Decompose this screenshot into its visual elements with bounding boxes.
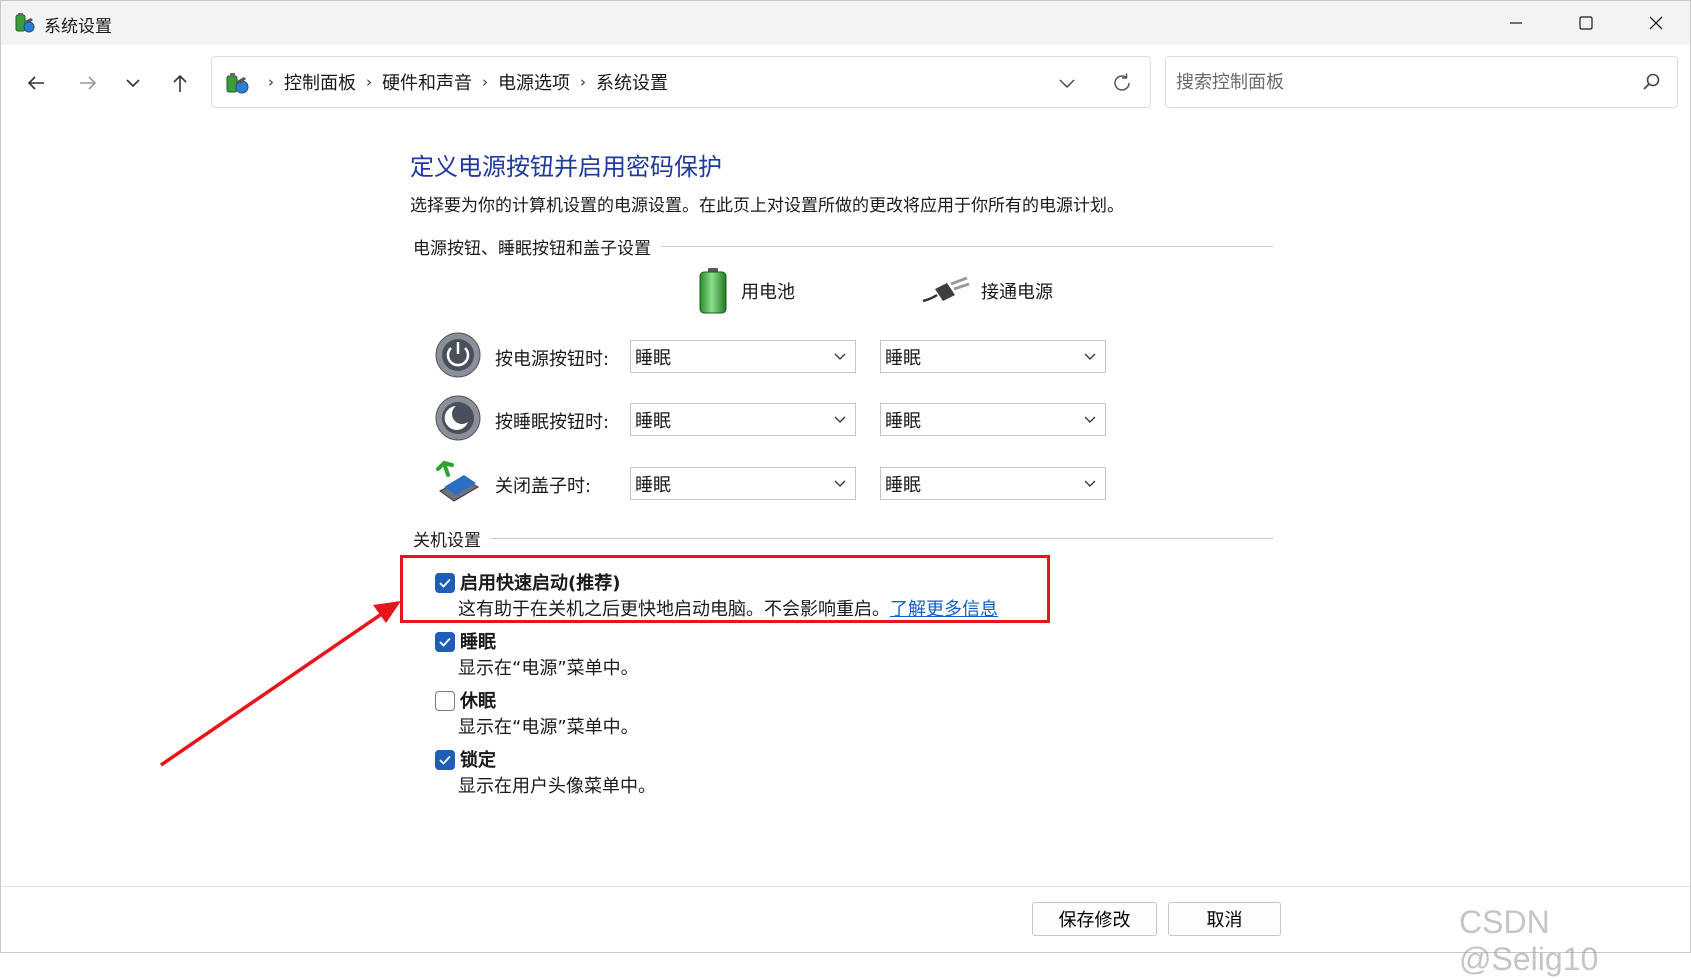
search-box (1165, 56, 1678, 108)
plugged-in-column-label: 接通电源 (981, 282, 1053, 303)
address-dropdown-button[interactable] (1052, 70, 1082, 96)
minimize-icon (1510, 22, 1522, 24)
search-icon[interactable] (1641, 71, 1663, 93)
power-options-app-icon (15, 13, 35, 33)
checkmark-icon (439, 637, 451, 647)
back-button[interactable] (18, 65, 54, 101)
minimize-button[interactable] (1481, 1, 1551, 45)
lock-option-description: 显示在用户头像菜单中。 (458, 776, 656, 797)
laptop-lid-icon (436, 461, 479, 502)
breadcrumb-system-settings[interactable]: 系统设置 (596, 69, 668, 95)
checkmark-icon (439, 755, 451, 765)
shutdown-section-heading: 关机设置 (413, 526, 491, 551)
battery-icon (699, 268, 727, 314)
chevron-down-icon (1084, 416, 1096, 423)
maximize-button[interactable] (1551, 1, 1621, 45)
cancel-button[interactable]: 取消 (1168, 902, 1281, 936)
sleep-button-battery-select[interactable]: 睡眠 (630, 403, 856, 436)
forward-button[interactable] (70, 65, 106, 101)
arrow-left-icon (27, 76, 44, 90)
page-description: 选择要为你的计算机设置的电源设置。在此页上对设置所做的更改将应用于你所有的电源计… (410, 196, 1124, 216)
close-lid-label: 关闭盖子时: (495, 476, 592, 497)
watermark: CSDN @Selig10 (1459, 904, 1599, 977)
annotation-highlight-box (400, 555, 1050, 623)
footer-divider (1, 886, 1690, 887)
breadcrumb-hardware-sound[interactable]: 硬件和声音 (382, 69, 472, 95)
sleep-button-label: 按睡眠按钮时: (495, 412, 610, 433)
hibernate-option-description: 显示在“电源”菜单中。 (458, 717, 639, 738)
breadcrumb-control-panel[interactable]: 控制面板 (284, 69, 356, 95)
power-button-icon (435, 332, 481, 378)
page-title: 定义电源按钮并启用密码保护 (410, 153, 722, 181)
title-bar: 系统设置 (1, 1, 1690, 45)
chevron-down-icon (126, 79, 140, 88)
recent-locations-button[interactable] (115, 65, 151, 101)
close-icon (1649, 16, 1663, 30)
power-section-heading: 电源按钮、睡眠按钮和盖子设置 (413, 234, 661, 259)
select-value: 睡眠 (635, 474, 671, 496)
sleep-option-title: 睡眠 (460, 632, 496, 653)
close-lid-battery-select[interactable]: 睡眠 (630, 467, 856, 500)
chevron-right-icon: › (268, 73, 274, 91)
sleep-checkbox[interactable] (435, 632, 455, 652)
sleep-button-plugged-select[interactable]: 睡眠 (880, 403, 1106, 436)
arrow-right-icon (80, 76, 97, 90)
power-button-plugged-select[interactable]: 睡眠 (880, 340, 1106, 373)
chevron-right-icon: › (580, 73, 586, 91)
window-title: 系统设置 (44, 17, 112, 37)
main-content: 定义电源按钮并启用密码保护 选择要为你的计算机设置的电源设置。在此页上对设置所做… (1, 117, 1690, 887)
select-value: 睡眠 (885, 474, 921, 496)
hibernate-option-title: 休眠 (460, 691, 496, 712)
chevron-right-icon: › (482, 73, 488, 91)
chevron-down-icon (1059, 79, 1075, 88)
hibernate-checkbox[interactable] (435, 691, 455, 711)
search-input[interactable] (1176, 67, 1606, 97)
sleep-button-icon (435, 395, 481, 441)
power-plug-icon (922, 276, 970, 303)
maximize-icon (1579, 16, 1593, 30)
power-button-label: 按电源按钮时: (495, 349, 610, 370)
navigation-bar: › 控制面板 › 硬件和声音 › 电源选项 › 系统设置 (1, 45, 1690, 117)
refresh-icon (1114, 73, 1130, 91)
control-panel-icon (226, 73, 249, 94)
chevron-down-icon (1084, 480, 1096, 487)
refresh-button[interactable] (1107, 68, 1137, 98)
battery-column-label: 用电池 (741, 282, 795, 303)
close-lid-plugged-select[interactable]: 睡眠 (880, 467, 1106, 500)
plugged-in-column-header: 接通电源 (921, 275, 1053, 307)
chevron-down-icon (834, 480, 846, 487)
system-settings-window: 系统设置 › 控制面板 › 硬件和声音 › 电源选项 › 系统设置 搜索控制面板… (0, 0, 1691, 977)
battery-column-header: 用电池 (697, 267, 795, 315)
arrow-up-icon (173, 74, 187, 92)
chevron-right-icon: › (366, 73, 372, 91)
up-button[interactable] (162, 65, 198, 101)
sleep-option-description: 显示在“电源”菜单中。 (458, 658, 639, 679)
chevron-down-icon (1084, 353, 1096, 360)
select-value: 睡眠 (635, 410, 671, 432)
close-button[interactable] (1621, 1, 1691, 45)
lock-checkbox[interactable] (435, 750, 455, 770)
save-changes-button[interactable]: 保存修改 (1032, 902, 1157, 936)
address-bar[interactable]: › 控制面板 › 硬件和声音 › 电源选项 › 系统设置 (211, 56, 1151, 108)
breadcrumb-power-options[interactable]: 电源选项 (498, 69, 570, 95)
select-value: 睡眠 (885, 410, 921, 432)
select-value: 睡眠 (885, 347, 921, 369)
section-divider (413, 538, 1273, 539)
power-button-battery-select[interactable]: 睡眠 (630, 340, 856, 373)
chevron-down-icon (834, 416, 846, 423)
lock-option-title: 锁定 (460, 750, 496, 771)
select-value: 睡眠 (635, 347, 671, 369)
breadcrumb: › 控制面板 › 硬件和声音 › 电源选项 › 系统设置 (258, 57, 668, 107)
chevron-down-icon (834, 353, 846, 360)
